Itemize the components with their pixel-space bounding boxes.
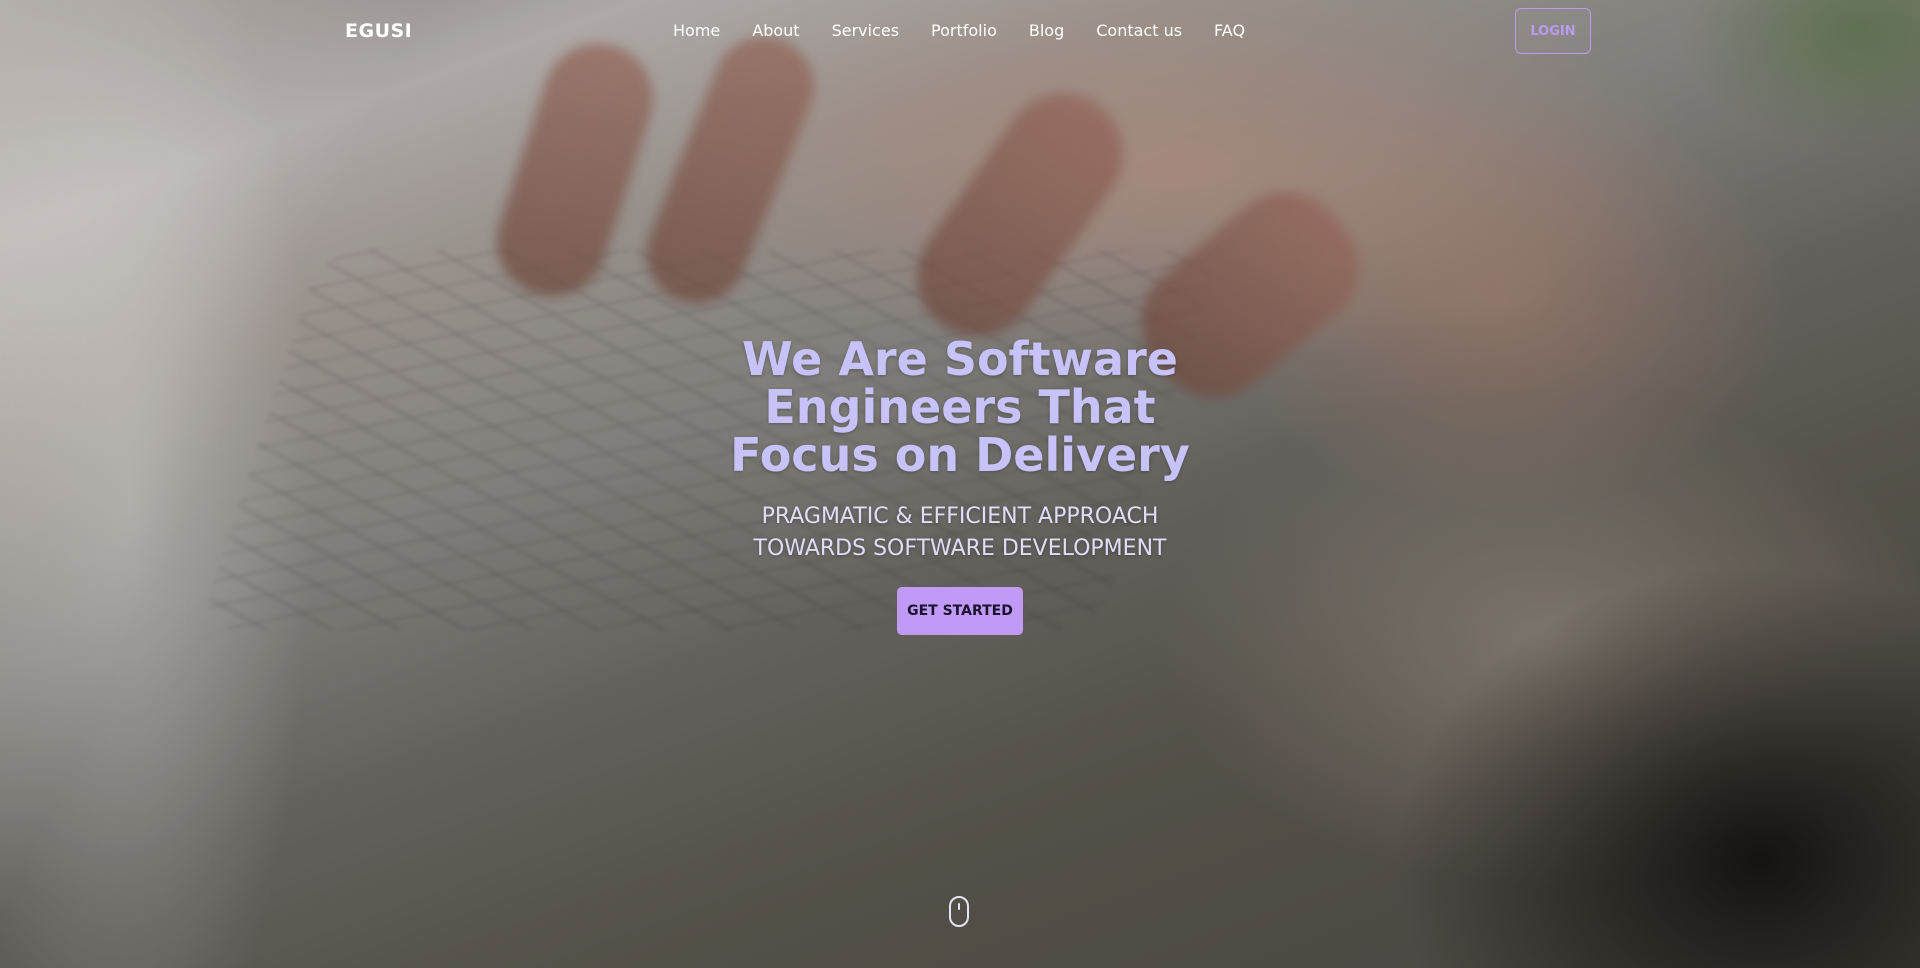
brand-logo[interactable]: EGUSI	[345, 20, 412, 42]
nav-item-contact[interactable]: Contact us	[1096, 21, 1182, 40]
hero-subheadline-line: PRAGMATIC & EFFICIENT APPROACH	[761, 504, 1159, 529]
mouse-scroll-icon[interactable]	[949, 896, 969, 927]
hero-subheadline: PRAGMATIC & EFFICIENT APPROACH TOWARDS S…	[700, 501, 1220, 565]
nav-item-blog[interactable]: Blog	[1029, 21, 1064, 40]
nav-item-services[interactable]: Services	[832, 21, 899, 40]
login-button[interactable]: LOGIN	[1515, 8, 1591, 54]
top-navigation: EGUSI Home About Services Portfolio Blog…	[0, 0, 1920, 64]
nav-item-portfolio[interactable]: Portfolio	[931, 21, 997, 40]
hero-subheadline-line: TOWARDS SOFTWARE DEVELOPMENT	[753, 536, 1167, 561]
hero-content: We Are Software Engineers That Focus on …	[0, 335, 1920, 635]
nav-item-faq[interactable]: FAQ	[1214, 21, 1245, 40]
hero-headline: We Are Software Engineers That Focus on …	[730, 332, 1190, 482]
nav-item-about[interactable]: About	[752, 21, 799, 40]
nav-menu: Home About Services Portfolio Blog Conta…	[673, 21, 1277, 40]
get-started-button[interactable]: GET STARTED	[897, 587, 1023, 635]
nav-item-home[interactable]: Home	[673, 21, 720, 40]
